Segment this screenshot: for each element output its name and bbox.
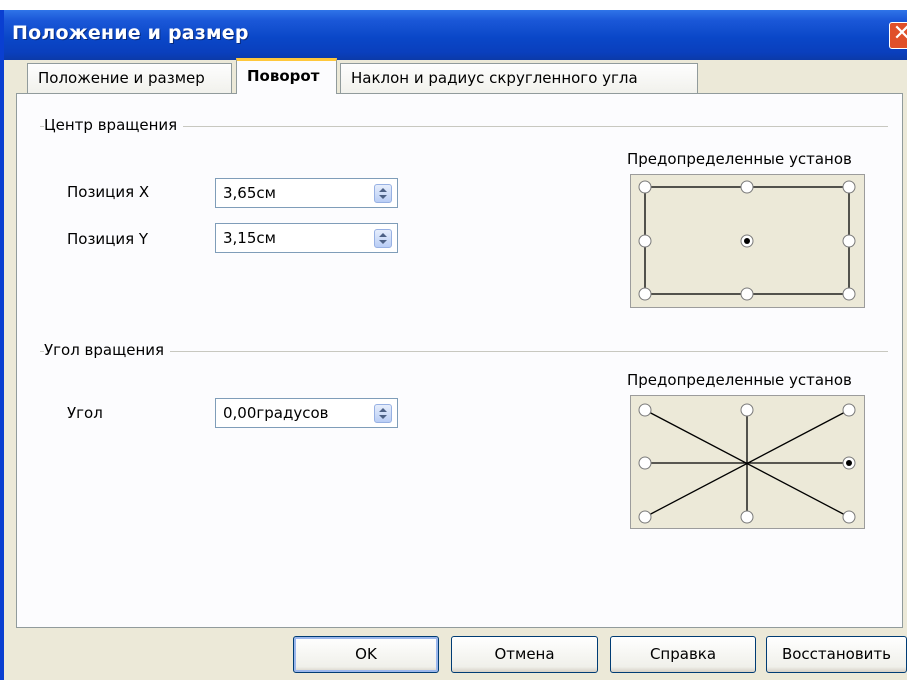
angle-group-label: Угол вращения [44,341,171,359]
spin-arrows-icon[interactable] [374,229,392,248]
tab-label: Поворот [247,67,320,85]
angle-value: 0,00градусов [223,404,329,422]
pivot-preset-control[interactable] [630,174,865,308]
tab-label: Наклон и радиус скругленного угла [351,69,638,87]
tab-slant-corner-radius[interactable]: Наклон и радиус скругленного угла [340,63,698,93]
position-x-spinbox[interactable]: 3,65см [215,178,398,208]
tab-label: Положение и размер [38,69,205,87]
title-bar[interactable]: Положение и размер ✕ [4,10,907,60]
ok-button[interactable]: OK [293,636,439,673]
position-y-label: Позиция Y [67,230,149,248]
angle-label: Угол [67,404,103,422]
help-button[interactable]: Справка [610,636,756,673]
preset-point-bottom-right[interactable] [842,510,856,524]
preset-point-top-left[interactable] [638,180,652,194]
tab-position-size[interactable]: Положение и размер [27,63,232,93]
preset-point-top-center[interactable] [740,403,754,417]
preset-point-bottom-center[interactable] [740,287,754,301]
tab-rotation[interactable]: Поворот [236,58,337,94]
preset-point-bottom-left[interactable] [638,510,652,524]
position-y-spinbox[interactable]: 3,15см [215,223,398,253]
preset-point-middle-left[interactable] [638,234,652,248]
cancel-button[interactable]: Отмена [451,636,598,673]
selected-point-dot [846,460,852,466]
preset-point-bottom-center[interactable] [740,510,754,524]
selected-point-dot [744,238,750,244]
preset-point-middle-right[interactable] [842,234,856,248]
pivot-group-label: Центр вращения [44,116,184,134]
spin-arrows-icon[interactable] [374,404,392,423]
pivot-preset-diagram [638,180,856,301]
reset-button[interactable]: Восстановить [766,636,907,673]
preset-point-bottom-right[interactable] [842,287,856,301]
close-button[interactable]: ✕ [889,22,907,49]
preset-point-top-right[interactable] [842,403,856,417]
angle-preset-control[interactable] [630,395,865,529]
preset-point-top-center[interactable] [740,180,754,194]
angle-preset-diagram [638,403,856,524]
spin-arrows-icon[interactable] [374,184,392,203]
angle-preset-label: Предопределенные установ [627,371,852,389]
preset-point-middle-left[interactable] [638,456,652,470]
position-x-label: Позиция X [67,183,150,201]
pivot-preset-label: Предопределенные установ [627,150,852,168]
position-y-value: 3,15см [223,229,276,247]
preset-point-top-right[interactable] [842,180,856,194]
position-x-value: 3,65см [223,184,276,202]
angle-spinbox[interactable]: 0,00градусов [215,398,398,428]
preset-point-bottom-left[interactable] [638,287,652,301]
window-title: Положение и размер [12,22,249,44]
preset-point-top-left[interactable] [638,403,652,417]
close-icon: ✕ [892,21,907,46]
